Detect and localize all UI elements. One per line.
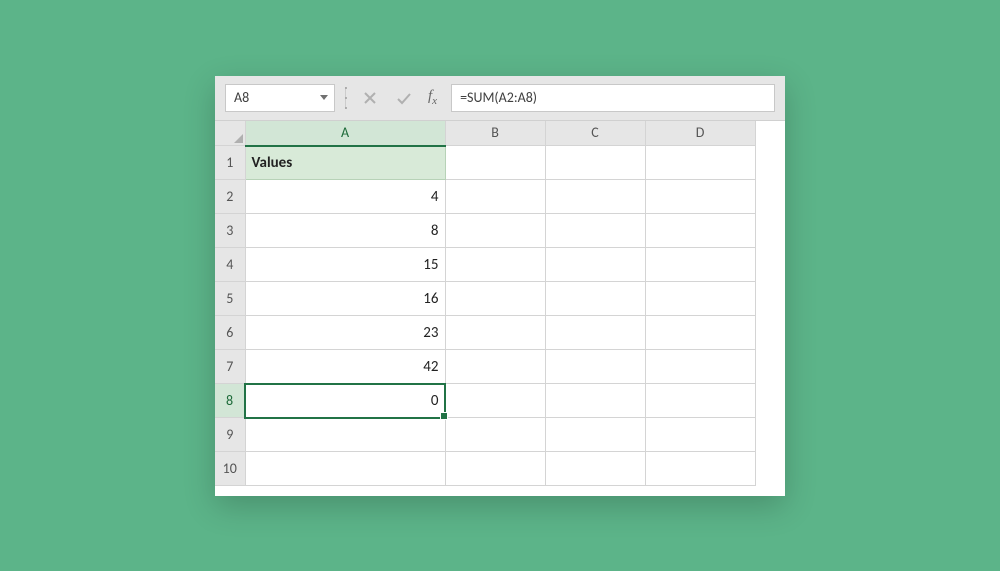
formula-bar: A8 fx =SUM(A2:A8) bbox=[215, 76, 785, 121]
formula-input[interactable]: =SUM(A2:A8) bbox=[451, 84, 775, 112]
select-all-corner[interactable] bbox=[215, 121, 245, 146]
row-header[interactable]: 7 bbox=[215, 350, 245, 384]
cell-A7[interactable]: 42 bbox=[245, 350, 445, 384]
cell-B8[interactable] bbox=[445, 384, 545, 418]
row-header[interactable]: 6 bbox=[215, 316, 245, 350]
cell-C2[interactable] bbox=[545, 180, 645, 214]
cell-A8[interactable]: 0 bbox=[245, 384, 445, 418]
cell-D5[interactable] bbox=[645, 282, 755, 316]
spreadsheet-grid[interactable]: A B C D 1 Values 2 4 bbox=[215, 121, 785, 496]
cell-C5[interactable] bbox=[545, 282, 645, 316]
excel-window: A8 fx =SUM(A2:A8) A B C D bbox=[215, 76, 785, 496]
separator-icon bbox=[345, 87, 346, 109]
formula-input-value: =SUM(A2:A8) bbox=[460, 89, 537, 106]
enter-icon[interactable] bbox=[394, 88, 414, 108]
fx-icon[interactable]: fx bbox=[428, 88, 437, 107]
column-header-A[interactable]: A bbox=[245, 121, 445, 146]
cell-C7[interactable] bbox=[545, 350, 645, 384]
cell-D6[interactable] bbox=[645, 316, 755, 350]
cell-C3[interactable] bbox=[545, 214, 645, 248]
cell-C9[interactable] bbox=[545, 418, 645, 452]
cell-C1[interactable] bbox=[545, 146, 645, 180]
row-header[interactable]: 3 bbox=[215, 214, 245, 248]
cell-A4[interactable]: 15 bbox=[245, 248, 445, 282]
cell-A9[interactable] bbox=[245, 418, 445, 452]
column-header-D[interactable]: D bbox=[645, 121, 755, 146]
cancel-icon[interactable] bbox=[360, 88, 380, 108]
cell-D9[interactable] bbox=[645, 418, 755, 452]
cell-B2[interactable] bbox=[445, 180, 545, 214]
cell-C6[interactable] bbox=[545, 316, 645, 350]
cell-B9[interactable] bbox=[445, 418, 545, 452]
cell-D7[interactable] bbox=[645, 350, 755, 384]
cell-D3[interactable] bbox=[645, 214, 755, 248]
name-box[interactable]: A8 bbox=[225, 84, 335, 112]
cell-B7[interactable] bbox=[445, 350, 545, 384]
cell-D4[interactable] bbox=[645, 248, 755, 282]
row-header[interactable]: 2 bbox=[215, 180, 245, 214]
cell-C10[interactable] bbox=[545, 452, 645, 486]
column-header-B[interactable]: B bbox=[445, 121, 545, 146]
cell-D8[interactable] bbox=[645, 384, 755, 418]
cell-B1[interactable] bbox=[445, 146, 545, 180]
row-header[interactable]: 5 bbox=[215, 282, 245, 316]
cell-D1[interactable] bbox=[645, 146, 755, 180]
cell-A3[interactable]: 8 bbox=[245, 214, 445, 248]
cell-B3[interactable] bbox=[445, 214, 545, 248]
cell-D10[interactable] bbox=[645, 452, 755, 486]
cell-D2[interactable] bbox=[645, 180, 755, 214]
dropdown-caret-icon[interactable] bbox=[320, 95, 328, 100]
cell-B4[interactable] bbox=[445, 248, 545, 282]
cell-B10[interactable] bbox=[445, 452, 545, 486]
cell-C4[interactable] bbox=[545, 248, 645, 282]
cell-A2[interactable]: 4 bbox=[245, 180, 445, 214]
row-header[interactable]: 8 bbox=[215, 384, 245, 418]
cell-A1[interactable]: Values bbox=[245, 146, 445, 180]
formula-bar-buttons: fx bbox=[356, 88, 441, 108]
cell-B6[interactable] bbox=[445, 316, 545, 350]
name-box-value: A8 bbox=[234, 89, 249, 106]
cell-A6[interactable]: 23 bbox=[245, 316, 445, 350]
cell-A5[interactable]: 16 bbox=[245, 282, 445, 316]
row-header[interactable]: 4 bbox=[215, 248, 245, 282]
cell-C8[interactable] bbox=[545, 384, 645, 418]
row-header[interactable]: 10 bbox=[215, 452, 245, 486]
row-header[interactable]: 1 bbox=[215, 146, 245, 180]
column-header-C[interactable]: C bbox=[545, 121, 645, 146]
cell-B5[interactable] bbox=[445, 282, 545, 316]
row-header[interactable]: 9 bbox=[215, 418, 245, 452]
cell-A10[interactable] bbox=[245, 452, 445, 486]
